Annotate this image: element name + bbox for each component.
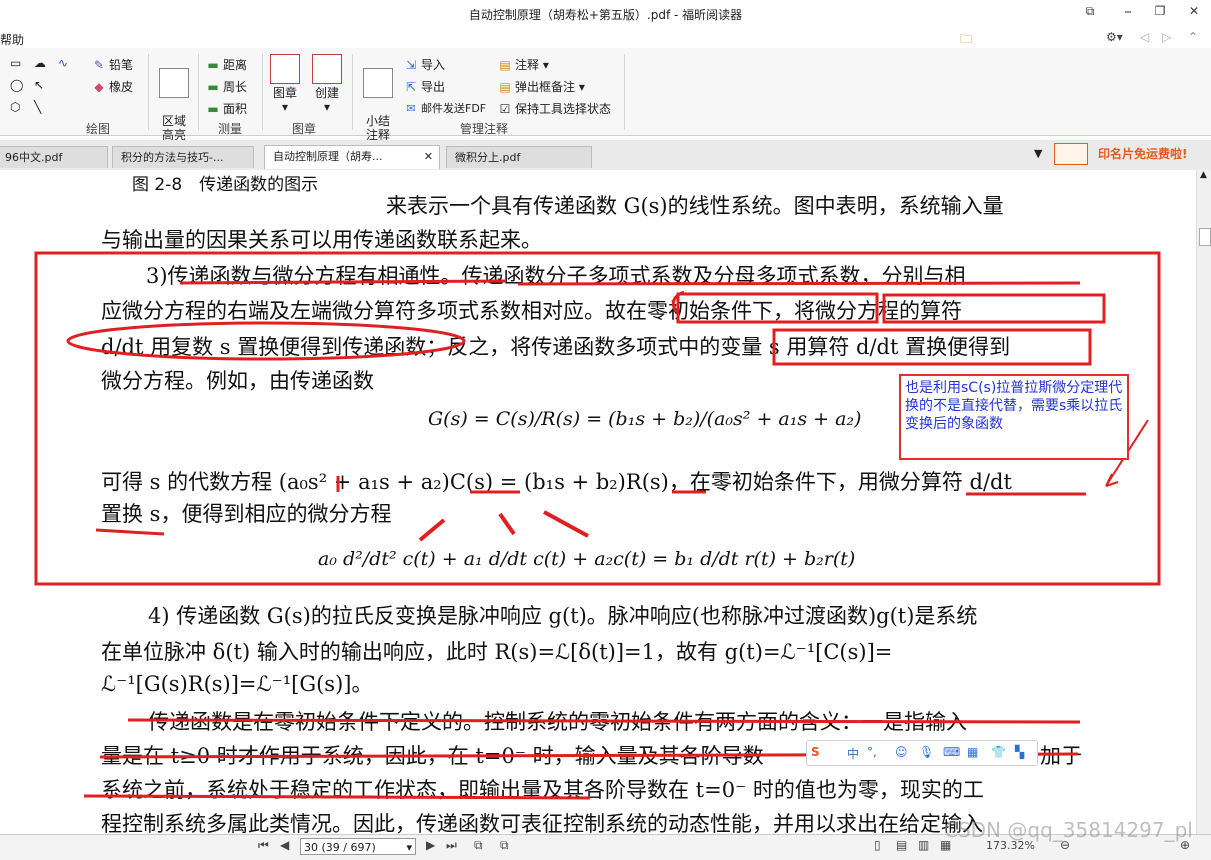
vertical-scrollbar[interactable]: ▲	[1196, 170, 1211, 834]
prev-view-icon[interactable]: ⧉	[474, 838, 483, 853]
single-page-icon[interactable]: ▯	[874, 838, 881, 852]
annotation-note[interactable]: 也是利用sC(s)拉普拉斯微分定理代换的不是直接代替，需要s乘以拉氏变换后的象函…	[899, 374, 1129, 460]
annotation-underline[interactable]	[95, 528, 165, 536]
annotation-box[interactable]	[676, 292, 879, 324]
last-page-icon[interactable]: ⏭	[446, 838, 457, 853]
ime-language[interactable]: 中	[847, 745, 859, 762]
more-icon[interactable]: ▚	[1015, 745, 1024, 759]
page-number-field[interactable]: 30 (39 / 697) ▾	[300, 838, 416, 855]
sogou-logo-icon[interactable]: S	[811, 745, 820, 759]
scroll-up-icon[interactable]: ▲	[1200, 170, 1207, 180]
ime-toolbar[interactable]: S 中 °, ☺ 🎙 ⌨ ▦ 👕 ▚	[806, 740, 1038, 766]
emoji-icon[interactable]: ☺	[895, 745, 908, 759]
annotation-box[interactable]	[772, 328, 1092, 366]
page-dropdown-icon[interactable]: ▾	[406, 839, 412, 856]
microphone-icon[interactable]: 🎙	[919, 745, 934, 759]
annotation-underline[interactable]	[179, 279, 1081, 286]
next-view-icon[interactable]: ⧉	[500, 838, 509, 853]
scroll-thumb[interactable]	[1199, 228, 1211, 246]
keyboard-icon[interactable]: ⌨	[943, 745, 960, 759]
facing-page-icon[interactable]: ▥	[918, 838, 929, 852]
annotation-box[interactable]	[882, 293, 1106, 324]
next-page-icon[interactable]: ▶	[426, 838, 435, 852]
toolbox-icon[interactable]: ▦	[967, 745, 978, 759]
prev-page-icon[interactable]: ◀	[280, 838, 289, 852]
watermark: CSDN @qq_35814297_pl	[944, 818, 1193, 842]
annotation-underline[interactable]	[336, 476, 1086, 496]
annotation-ellipse[interactable]	[66, 321, 466, 361]
annotation-stroke[interactable]	[418, 510, 589, 542]
punctuation-icon[interactable]: °,	[867, 745, 877, 759]
first-page-icon[interactable]: ⏮	[258, 838, 269, 853]
continuous-page-icon[interactable]: ▤	[896, 838, 907, 852]
skin-icon[interactable]: 👕	[991, 745, 1006, 759]
